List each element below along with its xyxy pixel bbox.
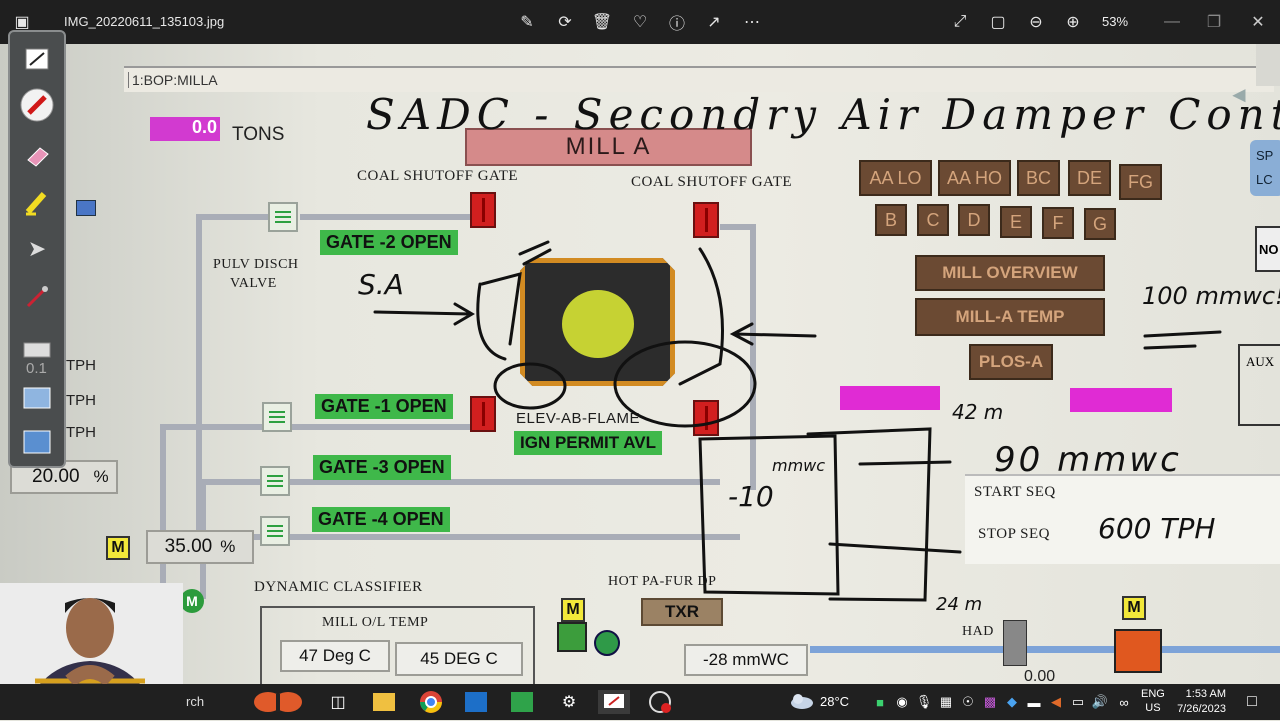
ink-hatch [518, 240, 552, 266]
ink-circle [613, 340, 757, 428]
pen-toolbar: ➤ 0.1 [8, 30, 66, 468]
ink-circle [493, 362, 567, 410]
volume-icon[interactable]: 🔊 [1088, 690, 1112, 714]
settings-icon[interactable]: ⚙ [557, 690, 581, 714]
weather-temp: 28°C [820, 694, 850, 709]
more-icon[interactable]: ⋯ [740, 10, 764, 34]
screen-snip-icon[interactable] [20, 382, 54, 416]
ink-box [806, 427, 932, 602]
eraser-icon[interactable] [20, 138, 54, 172]
notifications-icon[interactable]: □ [1240, 690, 1264, 714]
ink-mmwc-small: mmwc [772, 456, 826, 475]
maximize-icon[interactable]: ❐ [1202, 10, 1226, 34]
delete-icon[interactable]: 🗑 [590, 10, 614, 34]
wifi-icon[interactable]: ∞ [1112, 690, 1136, 714]
edit-image-icon[interactable]: ✎ [515, 10, 539, 34]
tray-app-icon[interactable]: ▦ [934, 690, 958, 714]
language-region: US [1145, 702, 1161, 714]
favorite-icon[interactable]: ♡ [628, 10, 652, 34]
tray-app-icon[interactable]: ▬ [1022, 690, 1046, 714]
ink-600tph: 600 TPH [1098, 512, 1216, 545]
whiteboard-app-icon[interactable] [598, 690, 630, 714]
calendar-icon[interactable] [76, 200, 96, 216]
zoom-in-icon[interactable]: ⊕ [1061, 10, 1085, 34]
fit-icon[interactable]: ▢ [986, 10, 1010, 34]
photos-app-icon[interactable] [465, 692, 487, 712]
battery-icon[interactable]: ▭ [1066, 690, 1090, 714]
red-pen-icon[interactable] [20, 88, 54, 122]
select-cursor-icon[interactable]: ➤ [20, 232, 54, 266]
ink-90mmwc: 90 mmwc [994, 440, 1182, 480]
language-code: ENG [1141, 688, 1165, 700]
tray-app-icon[interactable]: ☉ [956, 690, 980, 714]
tray-green-icon[interactable]: ■ [868, 690, 892, 714]
chrome-icon[interactable] [419, 690, 443, 714]
taskbar: rch ◫ ⚙ 28°C ■ ◉ 🎙 ▦ ☉ ▩ ◆ ▬ ◀ ▭ 🔊 ∞ ENG… [0, 684, 1280, 720]
bluetooth-icon[interactable]: ◆ [1000, 690, 1024, 714]
close-icon[interactable]: ✕ [1246, 10, 1270, 34]
ink-minus10: -10 [728, 480, 774, 513]
ink-100mmwc: 100 mmwc! [1142, 282, 1280, 310]
green-app-icon[interactable] [511, 692, 533, 712]
ink-arrow [373, 302, 475, 326]
pen-nib-icon[interactable] [20, 280, 54, 314]
info-icon[interactable]: ⓘ [665, 10, 689, 34]
moth-widget-icon[interactable] [252, 688, 304, 716]
zoom-out-icon[interactable]: ⊖ [1024, 10, 1048, 34]
clock[interactable]: 1:53 AM 7/26/2023 [1174, 687, 1226, 717]
ink-damper-left [476, 271, 522, 361]
viewer-title-bar: ▣ IMG_20220611_135103.jpg ✎ ⟳ 🗑 ♡ ⓘ ↗ ⋯ … [0, 0, 1280, 44]
ink-underline [1143, 330, 1222, 350]
highlighter-icon[interactable] [20, 186, 54, 220]
rotate-icon[interactable]: ⟳ [553, 10, 577, 34]
expand-icon[interactable]: ⤢ [948, 10, 972, 34]
tray-app-icon[interactable]: ▩ [978, 690, 1002, 714]
weather-icon[interactable] [790, 692, 814, 710]
clock-time: 1:53 AM [1185, 688, 1226, 700]
tph-value: 0.1 [26, 360, 47, 377]
share-icon[interactable]: ↗ [702, 10, 726, 34]
performance-monitor-icon[interactable] [648, 690, 672, 714]
tray-app-icon[interactable]: ◉ [890, 690, 914, 714]
ink-24m: 24 m [936, 594, 983, 615]
zoom-level: 53% [1102, 14, 1129, 29]
ink-annotations [373, 240, 1222, 602]
file-name: IMG_20220611_135103.jpg [64, 14, 225, 29]
ink-sa: S.A [358, 268, 404, 301]
ink-damper-right [678, 247, 724, 386]
microphone-icon[interactable]: 🎙 [912, 690, 936, 714]
tray-app-icon[interactable]: ◀ [1044, 690, 1068, 714]
minimize-icon[interactable]: — [1160, 10, 1184, 34]
task-view-icon[interactable]: ◫ [326, 690, 350, 714]
whiteboard-icon[interactable] [20, 426, 54, 460]
photo-canvas: 1:BOP:MILLA ◄ 0.0 TONS MILL A COAL SHUTO… [0, 44, 1280, 684]
file-explorer-icon[interactable] [373, 693, 395, 711]
pen-settings-icon[interactable] [20, 42, 54, 76]
ink-title: SADC - Secondry Air Damper Control [366, 90, 1280, 139]
ink-arrow [729, 322, 817, 346]
search-box[interactable]: rch [186, 694, 204, 709]
ink-lines [828, 460, 962, 554]
ink-42m: 42 m [952, 400, 1004, 424]
language-indicator[interactable]: ENG US [1141, 687, 1165, 715]
clock-date: 7/26/2023 [1177, 703, 1226, 715]
